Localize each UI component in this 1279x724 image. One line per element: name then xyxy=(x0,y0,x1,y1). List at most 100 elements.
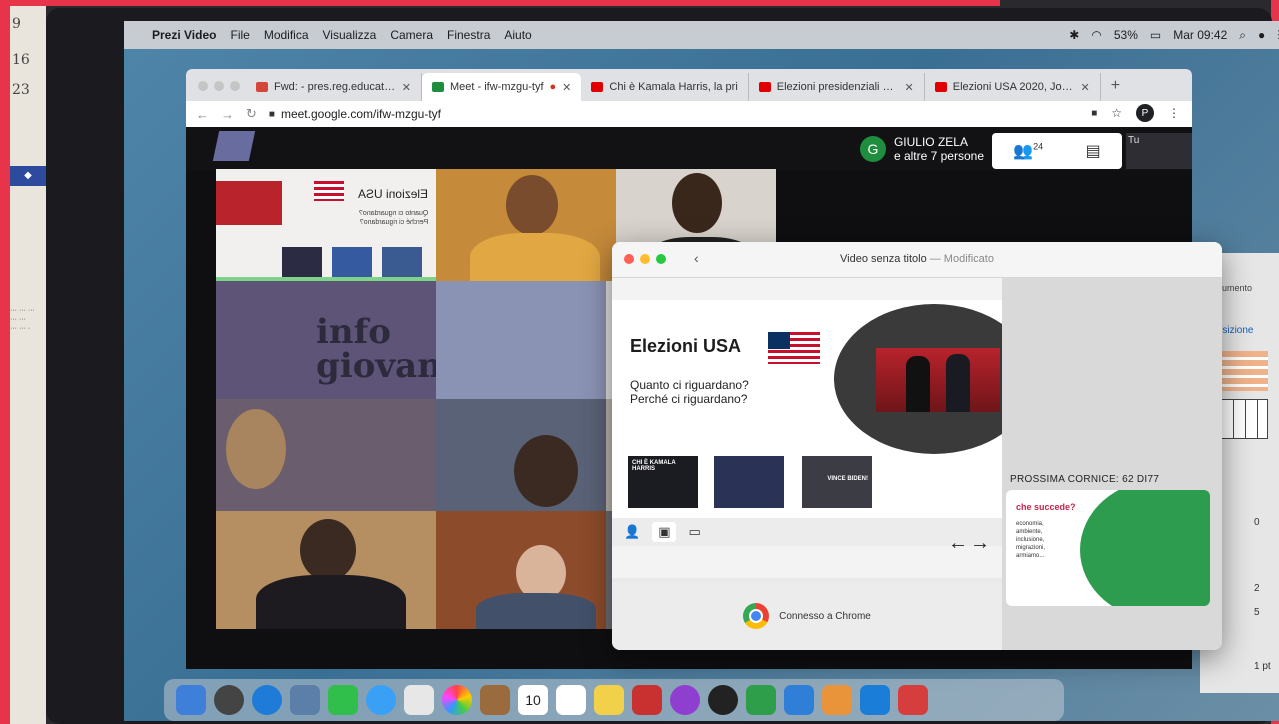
battery-icon[interactable]: ▭ xyxy=(1150,28,1161,42)
stepper-value[interactable]: 5 xyxy=(1254,607,1260,618)
pages-icon[interactable] xyxy=(822,685,852,715)
siri-icon[interactable]: ● xyxy=(1258,28,1265,42)
split-layout-icon[interactable]: ▣ xyxy=(652,522,677,542)
desk-calendar: 9 16 23 ◆ ··· ··· ··· ··· ··· ··· ··· · xyxy=(10,6,46,724)
youtube-icon xyxy=(591,82,604,92)
participant-tile[interactable] xyxy=(436,399,606,511)
line-width-value[interactable]: 1 pt xyxy=(1254,661,1271,672)
calendar-number: 23 xyxy=(12,82,30,98)
close-icon[interactable]: ✕ xyxy=(1081,81,1090,94)
tab-title: Meet - ifw-mzgu-tyf xyxy=(450,81,544,93)
meet-icon xyxy=(432,82,444,92)
more-icon[interactable]: ⋮ xyxy=(1168,106,1180,120)
camera-icon[interactable]: ■ xyxy=(1091,108,1097,119)
slide-line: Perché ci riguardano? xyxy=(630,392,748,406)
next-frame-preview[interactable]: che succede? economia, ambiente, inclusi… xyxy=(1006,490,1210,606)
participant-tile[interactable]: info giovani xyxy=(216,281,436,399)
menu-app-name[interactable]: Prezi Video xyxy=(152,28,216,42)
notes-icon[interactable] xyxy=(594,685,624,715)
facetime-icon[interactable] xyxy=(328,685,358,715)
person-layout-icon[interactable]: 👤 xyxy=(624,524,640,540)
podcasts-icon[interactable] xyxy=(670,685,700,715)
chat-icon[interactable]: ▤ xyxy=(1086,141,1101,161)
messages-icon[interactable] xyxy=(366,685,396,715)
forward-arrow-icon[interactable]: → xyxy=(221,107,234,122)
url-field[interactable]: meet.google.com/ifw-mzgu-tyf xyxy=(281,107,441,121)
numbers-icon[interactable] xyxy=(746,685,776,715)
prezi-titlebar: ‹ Video senza titolo — Modificato xyxy=(612,242,1222,278)
tab-gmail[interactable]: Fwd: - pres.reg.educatori ✕ xyxy=(246,73,422,101)
safari-icon[interactable] xyxy=(252,685,282,715)
calendar-app-icon[interactable]: 10 xyxy=(518,685,548,715)
participant-tile[interactable] xyxy=(216,511,436,629)
participant-tile[interactable] xyxy=(436,169,616,281)
stepper-value[interactable]: 2 xyxy=(1254,583,1260,594)
video-thumbnail[interactable]: VINCE BIDEN! xyxy=(802,456,872,508)
participants-button[interactable]: 👥24 xyxy=(1013,141,1043,161)
menu-aiuto[interactable]: Aiuto xyxy=(504,28,531,42)
menubar-status: ✱ ◠ 53% ▭ Mar 09:42 ⌕ ● ☰ xyxy=(1069,21,1279,49)
youtube-icon xyxy=(934,82,947,92)
close-icon[interactable]: ✕ xyxy=(402,81,411,94)
slide-title: Elezioni USA xyxy=(630,336,742,356)
app-store-icon[interactable] xyxy=(860,685,890,715)
table-grid-preview[interactable] xyxy=(1220,399,1268,439)
launchpad-icon[interactable] xyxy=(214,685,244,715)
participant-tile[interactable] xyxy=(216,399,436,511)
participant-tile[interactable]: Elezioni USA Quanto ci riguardano? Perch… xyxy=(216,169,436,281)
news-icon[interactable] xyxy=(898,685,928,715)
menu-camera[interactable]: Camera xyxy=(390,28,433,42)
full-layout-icon[interactable]: ▭ xyxy=(688,524,700,540)
navigation-arrows[interactable]: ←→ xyxy=(948,532,992,555)
menu-file[interactable]: File xyxy=(230,28,249,42)
close-icon[interactable]: ✕ xyxy=(905,81,914,94)
spotlight-icon[interactable]: ⌕ xyxy=(1239,28,1246,43)
menubar-clock[interactable]: Mar 09:42 xyxy=(1173,28,1227,42)
tab-kamala[interactable]: Chi è Kamala Harris, la pri xyxy=(581,73,749,101)
participant-tile[interactable] xyxy=(436,511,606,629)
keynote-icon[interactable] xyxy=(784,685,814,715)
next-frame-label: PROSSIMA CORNICE: 62 DI77 xyxy=(1010,474,1160,485)
table-style-preview[interactable] xyxy=(1220,351,1268,391)
self-preview[interactable]: Tu xyxy=(1126,133,1192,169)
profile-avatar[interactable]: P xyxy=(1136,104,1154,122)
list-item: ambiente, xyxy=(1016,529,1043,535)
stepper-value[interactable]: 0 xyxy=(1254,517,1260,528)
photos-icon[interactable] xyxy=(442,685,472,715)
menu-finestra[interactable]: Finestra xyxy=(447,28,490,42)
red-frame-top xyxy=(0,0,1000,6)
back-arrow-icon[interactable]: ← xyxy=(196,107,209,122)
list-item: armiamo... xyxy=(1016,553,1045,559)
reminders-icon[interactable] xyxy=(556,685,586,715)
battery-percent: 53% xyxy=(1113,28,1138,42)
tab-meet[interactable]: Meet - ifw-mzgu-tyf ● ✕ xyxy=(422,73,582,101)
tab-title: Elezioni presidenziali Usa xyxy=(776,81,899,93)
shared-thumb xyxy=(282,247,322,277)
participant-tile[interactable] xyxy=(436,281,606,399)
wifi-icon[interactable]: ◠ xyxy=(1091,28,1101,42)
bluetooth-icon[interactable]: ✱ xyxy=(1069,28,1079,42)
video-thumbnail[interactable] xyxy=(714,456,784,508)
menu-visualizza[interactable]: Visualizza xyxy=(323,28,377,42)
menu-modifica[interactable]: Modifica xyxy=(264,28,309,42)
finder-icon[interactable] xyxy=(176,685,206,715)
current-slide: Elezioni USA Quanto ci riguardano? Perch… xyxy=(612,300,1002,518)
window-controls xyxy=(198,81,240,91)
preview-icon[interactable] xyxy=(290,685,320,715)
close-icon[interactable]: ✕ xyxy=(562,81,571,94)
new-tab-button[interactable]: + xyxy=(1101,73,1130,101)
star-icon[interactable]: ☆ xyxy=(1111,106,1122,120)
tab-elezioni-2020[interactable]: Elezioni USA 2020, Joe B ✕ xyxy=(925,73,1101,101)
participant-body xyxy=(470,233,600,281)
maps-icon[interactable] xyxy=(404,685,434,715)
tv-icon[interactable] xyxy=(708,685,738,715)
tab-title: Chi è Kamala Harris, la pri xyxy=(609,81,738,93)
video-thumbnail[interactable]: CHI È KAMALA HARRIS xyxy=(628,456,698,508)
laptop-bezel: Prezi Video File Modifica Visualizza Cam… xyxy=(46,8,1279,724)
contacts-icon[interactable] xyxy=(480,685,510,715)
music-icon[interactable] xyxy=(632,685,662,715)
tab-elezioni-usa[interactable]: Elezioni presidenziali Usa ✕ xyxy=(749,73,925,101)
participant-face xyxy=(506,175,558,235)
shared-slide: Elezioni USA Quanto ci riguardano? Perch… xyxy=(216,169,436,281)
reload-icon[interactable]: ↻ xyxy=(246,106,257,122)
